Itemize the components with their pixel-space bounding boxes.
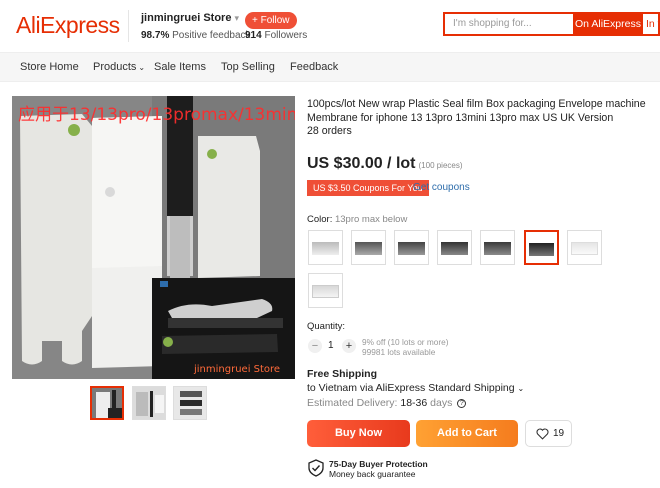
product-title: 100pcs/lot New wrap Plastic Seal film Bo… [307,98,646,124]
estimated-delivery: Estimated Delivery: 18-36 days ? [307,397,467,409]
protection-title: 75-Day Buyer Protection [329,459,428,469]
store-header: AliExpress jinmingruei Store ▾ 98.7% Posi… [0,0,660,52]
protection-subtitle: Money back guarantee [329,469,416,479]
nav-feedback[interactable]: Feedback [290,61,338,73]
heart-icon [536,428,549,440]
quantity-plus-button[interactable]: + [342,339,356,353]
follow-button[interactable]: + Follow [245,12,297,29]
chevron-down-icon: ⌄ [517,384,525,393]
price-box: US $30.00 / lot (100 pieces) US $3.50 Cou… [307,146,652,202]
nav-store-home[interactable]: Store Home [20,61,79,73]
color-swatch-8[interactable] [308,273,343,308]
order-count: 28 orders [307,125,352,137]
aliexpress-logo[interactable]: AliExpress [16,12,120,39]
color-swatch-6-selected[interactable] [524,230,559,265]
followers-label: Followers [264,30,308,41]
nav-products[interactable]: Products ⌄ [93,61,145,73]
lots-available: 99981 lots available [362,347,436,357]
watermark-text: jinmingruei Store [193,364,280,375]
swatch-5-image [484,242,511,255]
swatch-3-image [398,242,425,255]
search-aliexpress-button[interactable]: On AliExpress [573,12,643,36]
thumbnail-1[interactable] [90,386,124,420]
store-name[interactable]: jinmingruei Store ▾ [141,12,239,24]
delivery-label: Estimated Delivery: [307,397,398,409]
thumbnail-1-image [92,388,122,418]
quantity-value[interactable]: 1 [328,340,334,351]
wishlist-button[interactable]: 19 [525,420,572,447]
color-swatch-7[interactable] [567,230,602,265]
color-swatch-1[interactable] [308,230,343,265]
swatch-6-image [529,243,554,256]
nav-products-label[interactable]: Products [93,61,136,73]
color-swatch-5[interactable] [480,230,515,265]
thumbnail-3-image [174,387,206,419]
color-swatch-4[interactable] [437,230,472,265]
discount-info: 9% off (10 lots or more) [362,337,449,347]
thumbnail-2-image [133,387,165,419]
thumbnail-2[interactable] [132,386,166,420]
feedback-percent: 98.7% [141,30,170,41]
color-swatch-3[interactable] [394,230,429,265]
question-circle-icon[interactable]: ? [457,398,467,408]
quantity-info: 9% off (10 lots or more) 99981 lots avai… [362,337,449,357]
swatch-7-image [571,242,598,255]
shield-check-icon [308,459,324,477]
nav-sale-items[interactable]: Sale Items [154,61,206,73]
followers-count: 914 [245,30,262,41]
nav-top-selling[interactable]: Top Selling [221,61,275,73]
add-to-cart-button[interactable]: Add to Cart [416,420,518,447]
get-coupons-link[interactable]: Get coupons [413,182,470,193]
shipping-destination-text[interactable]: to Vietnam via AliExpress Standard Shipp… [307,382,515,394]
store-nav: Store Home Products ⌄ Sale Items Top Sell… [0,52,660,82]
wishlist-count: 19 [553,428,565,439]
quantity-minus-button[interactable]: − [308,339,322,353]
store-chevron-down-icon[interactable]: ▾ [234,13,239,23]
price-unit: (100 pieces) [418,161,463,170]
search-input[interactable]: I'm shopping for... [443,12,573,36]
swatch-1-image [312,242,339,255]
thumbnail-3[interactable] [173,386,207,420]
shipping-destination[interactable]: to Vietnam via AliExpress Standard Shipp… [307,382,524,394]
overlay-text: 应用于13/13pro/13promax/13mini [18,105,295,125]
coupon-badge[interactable]: US $3.50 Coupons For You [307,180,429,196]
quantity-label: Quantity: [307,321,346,332]
store-feedback: 98.7% Positive feedback [141,30,251,41]
product-photo: 应用于13/13pro/13promax/13mini jinmingruei … [12,96,295,379]
swatch-2-image [355,242,382,255]
swatch-8-image [312,285,339,298]
color-label: Color: 13pro max below [307,214,407,225]
feedback-label: Positive feedback [172,30,251,41]
product-main-image[interactable]: 应用于13/13pro/13promax/13mini jinmingruei … [12,96,295,379]
chevron-down-icon: ⌄ [138,63,146,72]
color-value: 13pro max below [334,214,408,225]
color-label-text: Color: [307,214,333,225]
header-divider [128,10,129,42]
color-swatch-2[interactable] [351,230,386,265]
shipping-title: Free Shipping [307,368,378,380]
price-value: US $30.00 / lot [307,155,416,172]
delivery-unit: days [430,397,453,409]
search-store-button[interactable]: In this store [643,12,660,36]
swatch-4-image [441,242,468,255]
buy-now-button[interactable]: Buy Now [307,420,410,447]
followers: 914 Followers [245,30,307,41]
price: US $30.00 / lot (100 pieces) [307,155,463,173]
delivery-days: 18-36 [400,397,428,409]
store-name-text[interactable]: jinmingruei Store [141,12,231,24]
